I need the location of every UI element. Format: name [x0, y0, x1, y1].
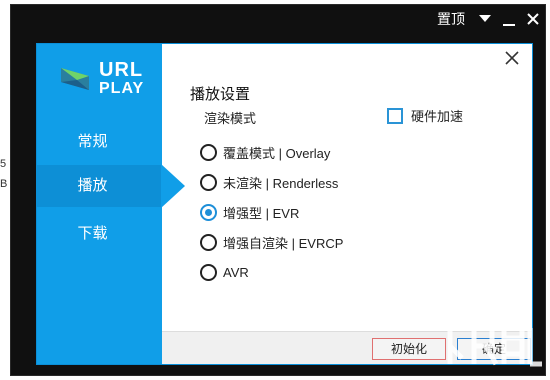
backdrop-edge-text: 5	[0, 158, 7, 170]
dialog-close-button[interactable]	[504, 50, 520, 66]
hw-accel-label: 硬件加速	[411, 109, 464, 124]
radio-avr[interactable]: AVR	[200, 262, 249, 282]
radio-renderless[interactable]: 未渲染 | Renderless	[200, 172, 338, 192]
host-window: 置顶 URL PLAY 常规 播放 下载 播放设置 渲染模式 硬件加速 覆盖模式…	[10, 4, 546, 376]
radio-label: AVR	[223, 264, 249, 280]
dialog-footer: 初始化 确定	[162, 331, 532, 364]
logo-wordmark: URL PLAY	[99, 60, 144, 97]
settings-dialog: URL PLAY 常规 播放 下载 播放设置 渲染模式 硬件加速 覆盖模式 | …	[36, 43, 533, 365]
close-icon	[527, 13, 539, 25]
initialize-button[interactable]: 初始化	[372, 338, 446, 360]
radio-label: 增强自渲染 | EVRCP	[223, 235, 344, 251]
radio-label: 增强型 | EVR	[223, 205, 300, 221]
render-mode-label: 渲染模式	[204, 111, 257, 126]
urlplay-logo-icon	[61, 68, 89, 90]
logo-line2: PLAY	[99, 80, 145, 97]
minimize-button[interactable]	[497, 5, 521, 33]
radio-button[interactable]	[200, 143, 217, 161]
sidebar-item-playback[interactable]: 播放	[37, 165, 162, 207]
radio-button[interactable]	[200, 233, 217, 251]
hw-accel-checkbox[interactable]: 硬件加速	[387, 106, 463, 125]
checkbox-box[interactable]	[387, 107, 403, 124]
sidebar-item-general[interactable]: 常规	[37, 121, 162, 163]
radio-button-selected[interactable]	[200, 203, 217, 221]
settings-sidebar: URL PLAY 常规 播放 下载	[37, 44, 162, 364]
section-title: 播放设置	[190, 86, 251, 103]
radio-button[interactable]	[200, 173, 217, 191]
radio-overlay[interactable]: 覆盖模式 | Overlay	[200, 142, 330, 162]
logo-line1: URL	[99, 59, 144, 81]
close-window-button[interactable]	[521, 5, 545, 33]
ok-button[interactable]: 确定	[457, 338, 531, 360]
radio-evrcp[interactable]: 增强自渲染 | EVRCP	[200, 232, 343, 252]
host-titlebar: 置顶	[395, 5, 545, 33]
minimize-icon	[503, 24, 515, 26]
radio-button[interactable]	[200, 263, 217, 281]
backdrop-edge-text: B	[0, 178, 8, 190]
app-logo: URL PLAY	[59, 56, 159, 106]
sidebar-item-download[interactable]: 下载	[37, 213, 162, 255]
triangle-down-icon	[479, 15, 491, 22]
pin-on-top-button[interactable]: 置顶	[429, 5, 473, 33]
radio-evr[interactable]: 增强型 | EVR	[200, 202, 299, 222]
radio-label: 未渲染 | Renderless	[223, 175, 339, 191]
close-x-icon	[505, 51, 519, 65]
active-tab-pointer	[161, 164, 185, 208]
radio-label: 覆盖模式 | Overlay	[223, 145, 331, 161]
dropdown-menu-button[interactable]	[473, 5, 497, 33]
